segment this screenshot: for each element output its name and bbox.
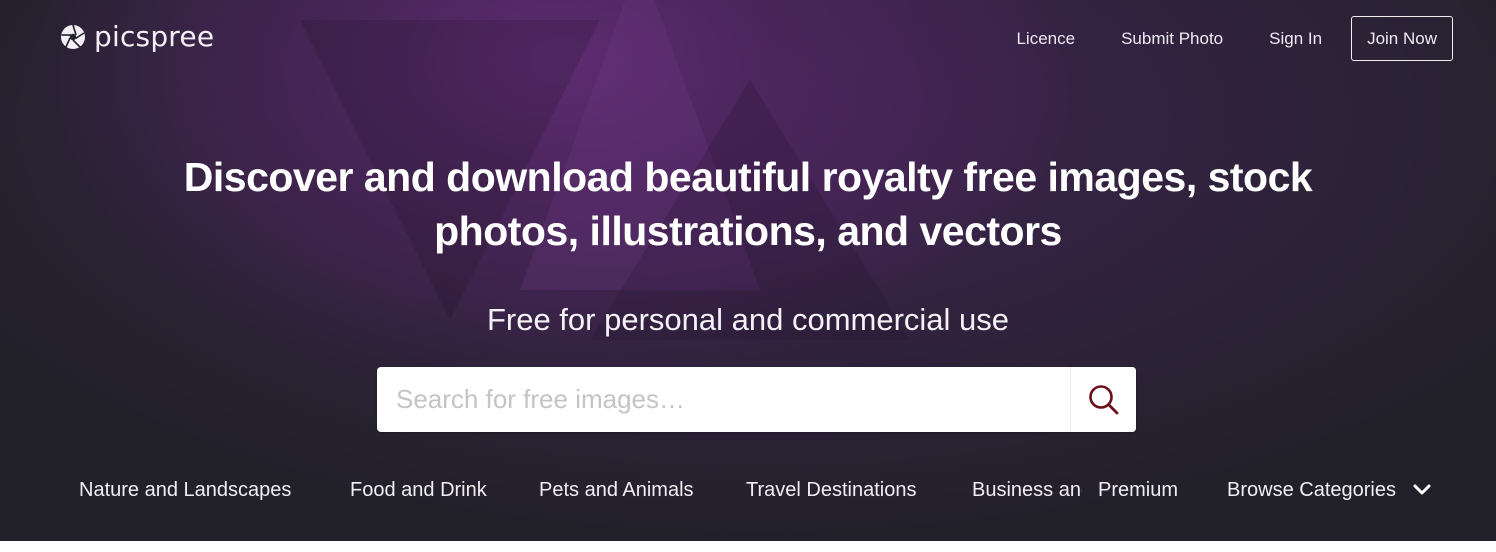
brand-name: picspree — [94, 20, 215, 53]
chevron-down-icon — [1413, 484, 1431, 495]
nav-link-sign-in[interactable]: Sign In — [1269, 17, 1322, 61]
headline-line-1: Discover and download beautiful royalty … — [183, 154, 1313, 200]
search-input[interactable] — [377, 367, 1070, 432]
category-business[interactable]: Business and Technology — [972, 472, 1082, 508]
browse-categories-label: Browse Categories — [1227, 479, 1396, 501]
hero-banner: picspree Licence Submit Photo Sign In Jo… — [0, 0, 1496, 541]
category-pets-and-animals[interactable]: Pets and Animals — [539, 472, 694, 508]
camera-shutter-icon — [61, 24, 85, 49]
nav-link-licence[interactable]: Licence — [1016, 17, 1075, 61]
hero-subheadline: Free for personal and commercial use — [486, 302, 1010, 337]
category-travel-destinations[interactable]: Travel Destinations — [746, 472, 916, 508]
search-button[interactable] — [1070, 367, 1136, 432]
category-food-and-drink[interactable]: Food and Drink — [350, 472, 487, 508]
top-navigation: picspree Licence Submit Photo Sign In Jo… — [0, 0, 1496, 78]
join-now-button[interactable]: Join Now — [1351, 16, 1453, 61]
category-bar: Nature and Landscapes Food and Drink Pet… — [0, 472, 1496, 508]
headline-line-2: photos, illustrations, and vectors — [434, 208, 1062, 254]
category-premium[interactable]: Premium — [1098, 472, 1178, 508]
category-nature-and-landscapes[interactable]: Nature and Landscapes — [79, 472, 291, 508]
hero-headline: Discover and download beautiful royalty … — [0, 150, 1496, 258]
nav-link-submit-photo[interactable]: Submit Photo — [1121, 17, 1223, 61]
nav-links: Licence Submit Photo Sign In Join Now — [1016, 16, 1453, 61]
search-icon — [1088, 384, 1118, 414]
browse-categories-dropdown[interactable]: Browse Categories — [1227, 472, 1432, 508]
logo-link[interactable]: picspree — [60, 22, 214, 52]
search-bar — [377, 367, 1136, 432]
